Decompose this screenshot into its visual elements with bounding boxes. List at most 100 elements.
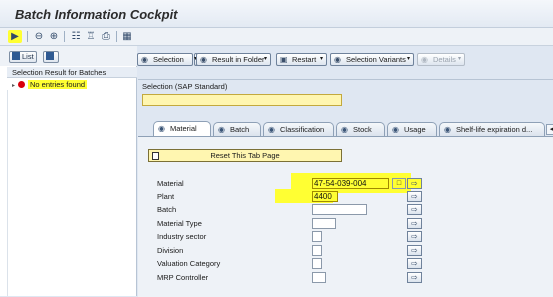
list-icon [12, 52, 20, 60]
tab-stock[interactable]: ◉ Stock [336, 122, 385, 136]
tab-content: Reset This Tab Page Material 47-54-039-0… [138, 136, 553, 297]
field-label: Industry sector [157, 232, 207, 241]
tab-label: Classification [280, 125, 325, 134]
window-title: Batch Information Cockpit [15, 7, 178, 22]
layout-icon[interactable]: ▦ [120, 30, 134, 43]
tab-usage[interactable]: ◉ Usage [387, 122, 437, 136]
more-options-button[interactable]: ⇨ [407, 272, 422, 283]
field-row-plant: Plant 4400 ⇨ [157, 189, 547, 203]
tree-line [7, 90, 8, 296]
field-row-valuation-category: Valuation Category ⇨ [157, 258, 547, 270]
field-label: Division [157, 246, 184, 255]
selection-panel: Selection (SAP Standard) ◉ Material ◉ Batc… [138, 79, 553, 297]
result-in-folder-label: Result in Folder [212, 55, 265, 64]
field-label: Material Type [157, 219, 202, 228]
mrp-controller-input[interactable] [312, 272, 326, 283]
selection-button[interactable]: ◉ Selection [137, 53, 193, 66]
field-row-material-type: Material Type ⇨ [157, 218, 547, 230]
more-options-button[interactable]: ⇨ [407, 204, 422, 215]
tab-batch[interactable]: ◉ Batch [213, 122, 261, 136]
variants-icon: ◉ [334, 55, 341, 64]
list-button-label: List [22, 52, 34, 61]
hierarchy-icon[interactable]: ♖ [84, 30, 98, 43]
multiple-selection-icon[interactable]: □ [392, 178, 406, 189]
tab-classification[interactable]: ◉ Classification [263, 122, 334, 136]
zoom-out-icon[interactable]: ⊖ [32, 30, 46, 43]
tab-label: Material [170, 124, 197, 133]
tab-label: Stock [353, 125, 372, 134]
details-icon: ◉ [421, 55, 428, 64]
tab-material[interactable]: ◉ Material [153, 121, 211, 136]
tab-label: Batch [230, 125, 250, 134]
field-row-industry-sector: Industry sector ⇨ [157, 231, 547, 243]
selection-header: Selection (SAP Standard) [142, 82, 228, 91]
details-button-label: Details [433, 55, 456, 64]
industry-sector-input[interactable] [312, 231, 322, 242]
field-row-mrp-controller: MRP Controller ⇨ [157, 272, 547, 284]
restart-button-label: Restart [292, 55, 317, 64]
tab-icon: ◉ [158, 124, 165, 133]
flow-icon[interactable]: ☷ [69, 30, 83, 43]
execute-icon[interactable]: ▶ [8, 30, 22, 43]
tab-icon: ◉ [392, 125, 399, 134]
more-options-button[interactable]: ⇨ [407, 218, 422, 229]
tab-icon: ◉ [444, 125, 451, 134]
toolbar-separator [116, 31, 117, 42]
field-label: Valuation Category [157, 259, 221, 268]
selection-button-label: Selection [153, 55, 184, 64]
print-icon[interactable]: ⎙ [99, 30, 113, 43]
reset-tab-button[interactable]: Reset This Tab Page [148, 149, 342, 162]
list-button[interactable]: List [9, 51, 37, 63]
result-panel: List Selection Result for Batches ▸ No en… [0, 46, 137, 296]
result-in-folder-button[interactable]: ◉ Result in Folder ▾ [196, 53, 271, 66]
selection-variants-label: Selection Variants [346, 55, 406, 64]
expand-arrow-icon[interactable]: ▸ [12, 81, 18, 92]
field-label: Plant [157, 192, 175, 201]
dropdown-caret-icon: ▾ [319, 56, 323, 62]
selection-toolbar: ◉Selection ▾ ◉Result in Folder▾ ▣Restart… [137, 46, 553, 76]
dropdown-caret-icon: ▾ [457, 56, 461, 62]
toolbar-separator [27, 31, 28, 42]
division-input[interactable] [312, 245, 322, 256]
more-options-button[interactable]: ⇨ [407, 245, 422, 256]
material-type-input[interactable] [312, 218, 336, 229]
field-row-division: Division ⇨ [157, 245, 547, 257]
more-options-button[interactable]: ⇨ [407, 258, 422, 269]
result-header: Selection Result for Batches [7, 67, 137, 78]
tab-icon: ◉ [341, 125, 348, 134]
delete-button[interactable] [43, 51, 59, 63]
tab-label: Shelf-life expiration d... [456, 125, 533, 134]
more-options-button[interactable]: ⇨ [407, 191, 422, 202]
no-entries-text: No entries found [28, 80, 88, 89]
result-panel-toolbar: List [0, 46, 137, 66]
field-label: MRP Controller [157, 273, 209, 282]
material-input[interactable]: 47-54-039-004 [312, 178, 389, 189]
selection-variants-button[interactable]: ◉ Selection Variants ▾ [330, 53, 414, 66]
batch-input[interactable] [312, 204, 367, 215]
selection-icon: ◉ [141, 55, 148, 64]
tab-label: Usage [404, 125, 426, 134]
reset-button-label: Reset This Tab Page [210, 151, 280, 160]
selection-variant-field[interactable] [142, 94, 342, 106]
dropdown-caret-icon: ▾ [406, 56, 410, 62]
no-entries-node[interactable]: ▸ No entries found [12, 79, 88, 92]
toolbar-separator [64, 31, 65, 42]
title-bar: Batch Information Cockpit [0, 0, 553, 28]
more-options-button[interactable]: ⇨ [407, 231, 422, 242]
tab-scroll-left-icon[interactable]: ◂ [546, 124, 553, 135]
more-options-button[interactable]: ⇨ [407, 178, 422, 189]
tab-strip: ◉ Material ◉ Batch ◉ Classification ◉ Stock … [153, 121, 553, 136]
reset-icon [152, 152, 159, 160]
tab-icon: ◉ [218, 125, 225, 134]
zoom-in-icon[interactable]: ⊕ [47, 30, 61, 43]
tab-shelf-life[interactable]: ◉ Shelf-life expiration d... [439, 122, 545, 136]
field-label: Material [157, 179, 184, 188]
error-icon [18, 81, 25, 88]
delete-icon [46, 52, 54, 60]
application-toolbar: ▶ ⊖ ⊕ ☷ ♖ ⎙ ▦ [0, 28, 553, 46]
tab-icon: ◉ [268, 125, 275, 134]
plant-input[interactable]: 4400 [312, 191, 338, 202]
restart-button[interactable]: ▣ Restart ▾ [276, 53, 327, 66]
details-button[interactable]: ◉ Details ▾ [417, 53, 465, 66]
valuation-category-input[interactable] [312, 258, 322, 269]
